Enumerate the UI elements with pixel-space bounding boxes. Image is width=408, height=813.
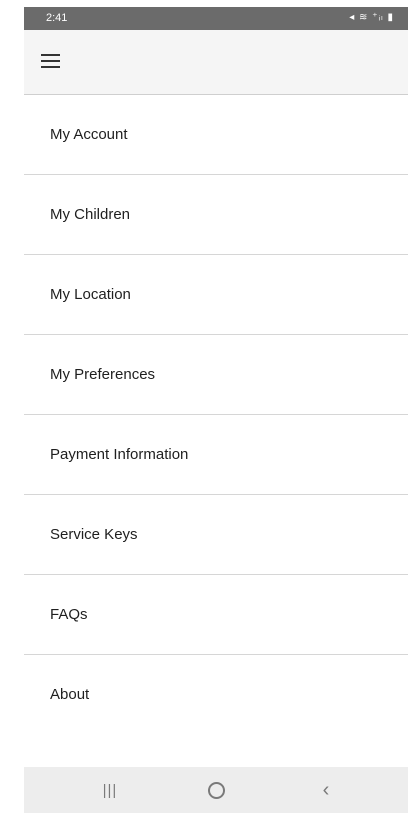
recent-apps-icon[interactable]: ||| (80, 767, 140, 813)
menu-item-label: My Preferences (50, 366, 156, 383)
menu-item-my-preferences[interactable]: My Preferences (24, 335, 408, 415)
menu-item-label: Payment Information (50, 446, 189, 463)
system-nav-bar: ||| ‹ (24, 767, 408, 813)
menu-item-my-location[interactable]: My Location (24, 255, 408, 335)
menu-item-my-children[interactable]: My Children (24, 175, 408, 255)
back-icon[interactable]: ‹ (296, 767, 356, 813)
menu-item-faqs[interactable]: FAQs (24, 575, 408, 655)
menu-item-label: Service Keys (50, 526, 138, 543)
menu-item-my-account[interactable]: My Account (24, 95, 408, 175)
app-bar (24, 30, 408, 95)
menu-item-service-keys[interactable]: Service Keys (24, 495, 408, 575)
status-icons: ◂ ≋ ⁺ᵢₗ ▮ (349, 12, 394, 23)
app-screen: 2:41 ◂ ≋ ⁺ᵢₗ ▮ My Account My Children My… (24, 7, 408, 813)
menu-item-label: My Location (50, 286, 131, 303)
menu-item-label: My Account (50, 126, 128, 143)
home-icon[interactable] (186, 767, 246, 813)
settings-menu: My Account My Children My Location My Pr… (24, 95, 408, 734)
menu-item-label: My Children (50, 206, 131, 223)
status-time: 2:41 (46, 12, 68, 24)
menu-item-label: FAQs (50, 606, 88, 623)
home-circle-shape (207, 781, 225, 799)
menu-item-label: About (50, 686, 90, 703)
status-bar: 2:41 ◂ ≋ ⁺ᵢₗ ▮ (24, 7, 408, 30)
menu-item-about[interactable]: About (24, 655, 408, 734)
menu-item-payment-information[interactable]: Payment Information (24, 415, 408, 495)
hamburger-menu-icon[interactable] (41, 54, 60, 68)
